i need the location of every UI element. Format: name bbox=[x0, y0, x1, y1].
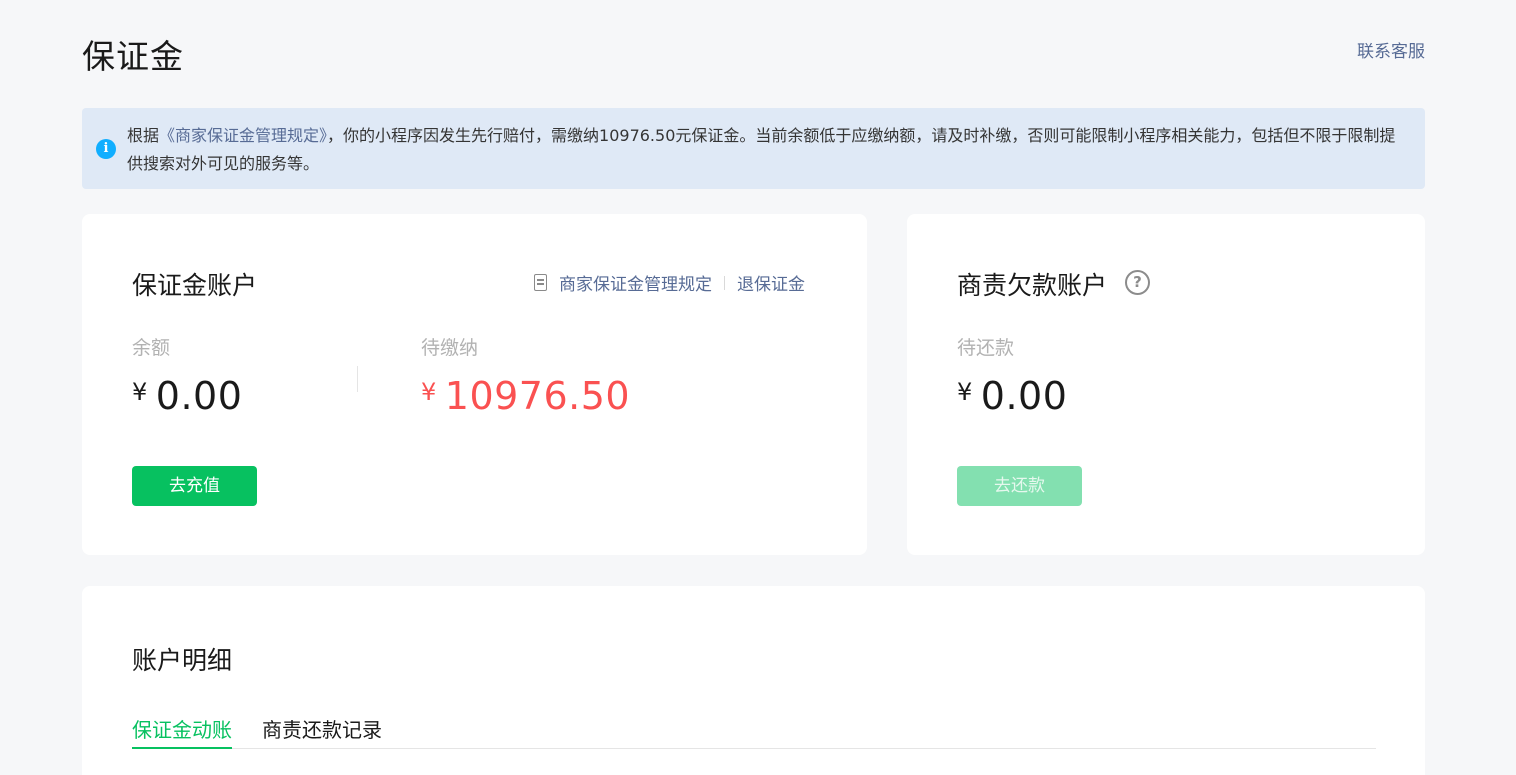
info-icon: i bbox=[96, 139, 116, 159]
refund-deposit-link[interactable]: 退保证金 bbox=[737, 270, 805, 295]
repay-amount: ¥ 0.00 bbox=[957, 374, 1067, 418]
balance-amount: ¥ 0.00 bbox=[132, 374, 242, 418]
balance-currency: ¥ bbox=[132, 378, 148, 406]
tab-deposit-transactions[interactable]: 保证金动账 bbox=[132, 714, 232, 749]
balance-value: 0.00 bbox=[155, 374, 243, 418]
document-icon bbox=[534, 274, 547, 291]
notice-prefix: 根据 bbox=[127, 126, 160, 145]
contact-support-link[interactable]: 联系客服 bbox=[1357, 37, 1425, 62]
payable-currency: ¥ bbox=[421, 378, 437, 406]
payable-amount: ¥ 10976.50 bbox=[421, 374, 630, 418]
repay-currency: ¥ bbox=[957, 378, 973, 406]
payable-label: 待缴纳 bbox=[421, 337, 479, 359]
repay-value: 0.00 bbox=[980, 374, 1068, 418]
deposit-account-links: 商家保证金管理规定 退保证金 bbox=[534, 270, 805, 295]
account-details-title: 账户明细 bbox=[132, 646, 233, 675]
balance-label: 余额 bbox=[132, 337, 171, 359]
tab-repayment-records[interactable]: 商责还款记录 bbox=[262, 714, 382, 749]
debt-account-card: 商责欠款账户 ? 待还款 ¥ 0.00 去还款 bbox=[907, 214, 1425, 555]
amount-divider bbox=[357, 366, 358, 392]
deposit-account-card: 保证金账户 商家保证金管理规定 退保证金 余额 ¥ 0.00 待缴纳 ¥ 109… bbox=[82, 214, 867, 555]
account-details-card: 账户明细 保证金动账 商责还款记录 bbox=[82, 586, 1425, 775]
question-circle-icon[interactable]: ? bbox=[1125, 270, 1150, 295]
deposit-rules-link[interactable]: 商家保证金管理规定 bbox=[559, 270, 712, 295]
repay-label: 待还款 bbox=[957, 337, 1015, 359]
debt-account-title: 商责欠款账户 bbox=[957, 271, 1108, 300]
payable-value: 10976.50 bbox=[444, 374, 631, 418]
link-divider bbox=[724, 275, 725, 290]
notice-banner: i 根据《商家保证金管理规定》，你的小程序因发生先行赔付，需缴纳10976.50… bbox=[82, 108, 1425, 189]
repay-button[interactable]: 去还款 bbox=[957, 466, 1082, 506]
account-details-tabs: 保证金动账 商责还款记录 bbox=[132, 714, 1376, 749]
deposit-account-title: 保证金账户 bbox=[132, 271, 258, 300]
notice-rules-link[interactable]: 《商家保证金管理规定》 bbox=[159, 126, 327, 145]
page-title: 保证金 bbox=[82, 37, 184, 76]
recharge-button[interactable]: 去充值 bbox=[132, 466, 257, 506]
page: 保证金 联系客服 i 根据《商家保证金管理规定》，你的小程序因发生先行赔付，需缴… bbox=[0, 0, 1516, 775]
